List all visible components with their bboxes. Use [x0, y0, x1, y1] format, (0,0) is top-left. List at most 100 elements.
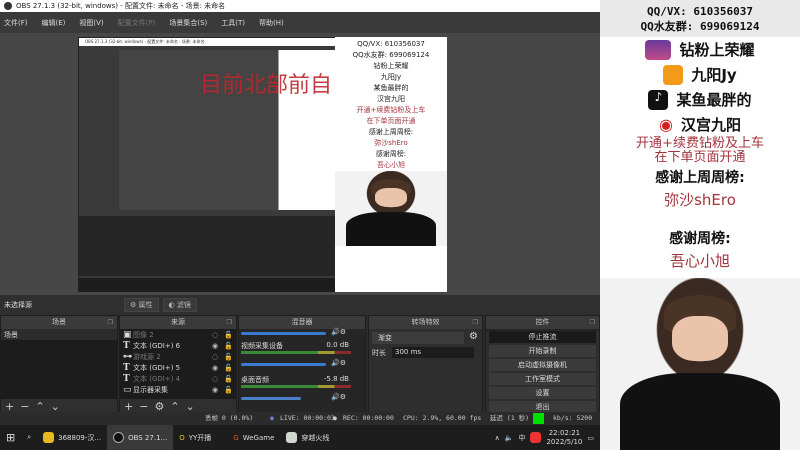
douyin-icon: ♪: [648, 89, 669, 110]
gamepad-icon: ⊶: [123, 351, 132, 362]
source-item[interactable]: ▭ 显示器采集 ◉ 🔓: [120, 384, 236, 395]
source-name: 图像 2: [133, 330, 154, 339]
menu-profile[interactable]: 配置文件(P): [118, 18, 156, 28]
properties-button[interactable]: ⚙ 属性: [124, 298, 159, 312]
eye-hidden-icon[interactable]: ◌: [212, 331, 224, 339]
menu-tools[interactable]: 工具(T): [221, 18, 245, 28]
volume-slider[interactable]: [241, 397, 301, 400]
this-week-name: 吾心小旭: [669, 252, 730, 270]
mini-group: QQ水友群: 699069124: [352, 51, 430, 59]
source-toolbar: 未选择源 ⚙ 属性 ◐ 滤镜: [0, 295, 600, 315]
volume-slider[interactable]: [241, 332, 326, 335]
menu-help[interactable]: 帮助(H): [259, 18, 284, 28]
source-item[interactable]: T 文本 (GDI+) 5 ◉ 🔓: [120, 362, 236, 373]
sources-title: 来源: [171, 318, 185, 326]
transition-select[interactable]: 渐变: [372, 332, 464, 344]
preview-canvas[interactable]: OBS 27.1.3 (32-bit, windows) - 配置文件: 未命名…: [0, 33, 600, 295]
lock-icon[interactable]: 🔓: [224, 342, 236, 350]
clock[interactable]: 22:02:21 2022/5/10: [546, 429, 582, 447]
volume-icon[interactable]: 🔈: [505, 434, 514, 442]
up-icon[interactable]: ⌃: [35, 400, 44, 413]
start-recording-button[interactable]: 开始录制: [489, 345, 596, 357]
notification-icon[interactable]: ▭: [587, 434, 594, 442]
volume-slider[interactable]: [241, 363, 326, 366]
remove-icon[interactable]: −: [139, 400, 148, 413]
eye-icon[interactable]: ◉: [212, 342, 224, 350]
undock-icon[interactable]: ❐: [473, 316, 478, 329]
mini-notice: 开通+续费钻粉及上车: [356, 106, 426, 114]
duration-input[interactable]: 300 ms: [392, 347, 474, 358]
lock-icon[interactable]: 🔓: [224, 353, 236, 361]
speaker-icon[interactable]: 🔊⚙: [331, 328, 346, 336]
add-icon[interactable]: +: [5, 400, 14, 413]
search-icon: ⌕: [27, 433, 32, 441]
menu-scene-collection[interactable]: 场景集合(S): [169, 18, 207, 28]
source-name: 文本 (GDI+) 4: [133, 374, 181, 383]
taskbar-app[interactable]: 穿越火线: [280, 425, 335, 450]
undock-icon[interactable]: ❐: [590, 316, 595, 329]
notice-line-1: 开通+续费钻粉及上车: [636, 136, 764, 151]
remove-icon[interactable]: −: [20, 400, 29, 413]
stream-health-indicator: [533, 413, 544, 424]
gear-icon[interactable]: ⚙: [469, 331, 478, 342]
start-button[interactable]: ⊞: [0, 425, 21, 450]
menu-file[interactable]: 文件(F): [4, 18, 28, 28]
time: 22:02:21: [548, 428, 581, 437]
row-text: 某鱼最胖的: [676, 91, 752, 109]
eye-hidden-icon[interactable]: ◌: [212, 375, 224, 383]
eye-icon[interactable]: ◉: [212, 386, 224, 394]
menu-edit[interactable]: 编辑(E): [42, 18, 66, 28]
taskbar: ⊞ ⌕ 368809-汉... OBS 27.1... O YY开播 G WeGam…: [0, 425, 600, 450]
source-item[interactable]: T 文本 (GDI+) 4 ◌ 🔓: [120, 373, 236, 384]
taskbar-app[interactable]: O YY开播: [173, 425, 217, 450]
controls-dock: 控件 ❐ 停止推流 开始录制 启动虚拟摄像机 工作室模式 设置 退出: [485, 315, 600, 415]
mini-name: 吾心小旭: [377, 161, 405, 169]
scene-item[interactable]: 场景: [1, 329, 117, 340]
stop-stream-button[interactable]: 停止推流: [489, 331, 596, 343]
source-item[interactable]: ⊶ 游戏源 2 ◌ 🔓: [120, 351, 236, 362]
taskbar-app[interactable]: OBS 27.1...: [107, 425, 174, 450]
diamond-badge-icon: [645, 39, 672, 60]
ime-indicator[interactable]: 中: [518, 433, 525, 443]
lock-icon[interactable]: 🔓: [224, 375, 236, 383]
search-button[interactable]: ⌕: [21, 425, 37, 450]
obs-icon: [113, 432, 125, 443]
mixer-header: 混音器: [239, 316, 365, 329]
studio-mode-button[interactable]: 工作室模式: [489, 373, 596, 385]
lock-icon[interactable]: 🔓: [224, 331, 236, 339]
eye-hidden-icon[interactable]: ◌: [212, 353, 224, 361]
chevron-up-icon[interactable]: ∧: [495, 434, 500, 442]
up-icon[interactable]: ⌃: [170, 400, 179, 413]
scenes-list: 场景: [1, 329, 117, 399]
app-label: 穿越火线: [301, 433, 330, 442]
down-icon[interactable]: ⌄: [186, 400, 195, 413]
down-icon[interactable]: ⌄: [51, 400, 60, 413]
menu-view[interactable]: 视图(V): [79, 18, 103, 28]
taskbar-app[interactable]: G WeGame: [227, 425, 280, 450]
preview-overlay-panel: QQ/VX: 610356037 QQ水友群: 699069124 钻粉上荣耀 …: [335, 37, 447, 292]
filters-button[interactable]: ◐ 滤镜: [162, 298, 197, 312]
transitions-body: 渐变 ⚙ 时长 300 ms: [369, 329, 482, 413]
settings-icon[interactable]: ⚙: [154, 400, 164, 413]
mixer-channel: 视频采集设备 0.0 dB 🔊⚙: [239, 341, 363, 374]
source-item[interactable]: ▣ 图像 2 ◌ 🔓: [120, 329, 236, 340]
delay: 延迟 (1 秒): [490, 414, 530, 422]
menu-bar: 文件(F) 编辑(E) 视图(V) 配置文件(P) 场景集合(S) 工具(T) …: [0, 12, 600, 33]
taskbar-app[interactable]: 368809-汉...: [37, 425, 107, 450]
eye-icon[interactable]: ◉: [212, 364, 224, 372]
speaker-icon[interactable]: 🔊⚙: [331, 393, 346, 401]
source-item[interactable]: T 文本 (GDI+) 6 ◉ 🔓: [120, 340, 236, 351]
mini-label: 感谢上周周榜:: [368, 128, 414, 136]
virtual-camera-button[interactable]: 启动虚拟摄像机: [489, 359, 596, 371]
channel-db: -5.8 dB: [323, 375, 349, 383]
source-name: 文本 (GDI+) 6: [133, 341, 181, 350]
sogou-icon[interactable]: [530, 432, 542, 443]
undock-icon[interactable]: ❐: [108, 316, 113, 329]
settings-button[interactable]: 设置: [489, 387, 596, 399]
lock-icon[interactable]: 🔓: [224, 364, 236, 372]
speaker-icon[interactable]: 🔊⚙: [331, 359, 346, 367]
lock-icon[interactable]: 🔓: [224, 386, 236, 394]
add-icon[interactable]: +: [124, 400, 133, 413]
undock-icon[interactable]: ❐: [227, 316, 232, 329]
window-title: OBS 27.1.3 (32-bit, windows) - 配置文件: 未命名…: [16, 2, 226, 10]
